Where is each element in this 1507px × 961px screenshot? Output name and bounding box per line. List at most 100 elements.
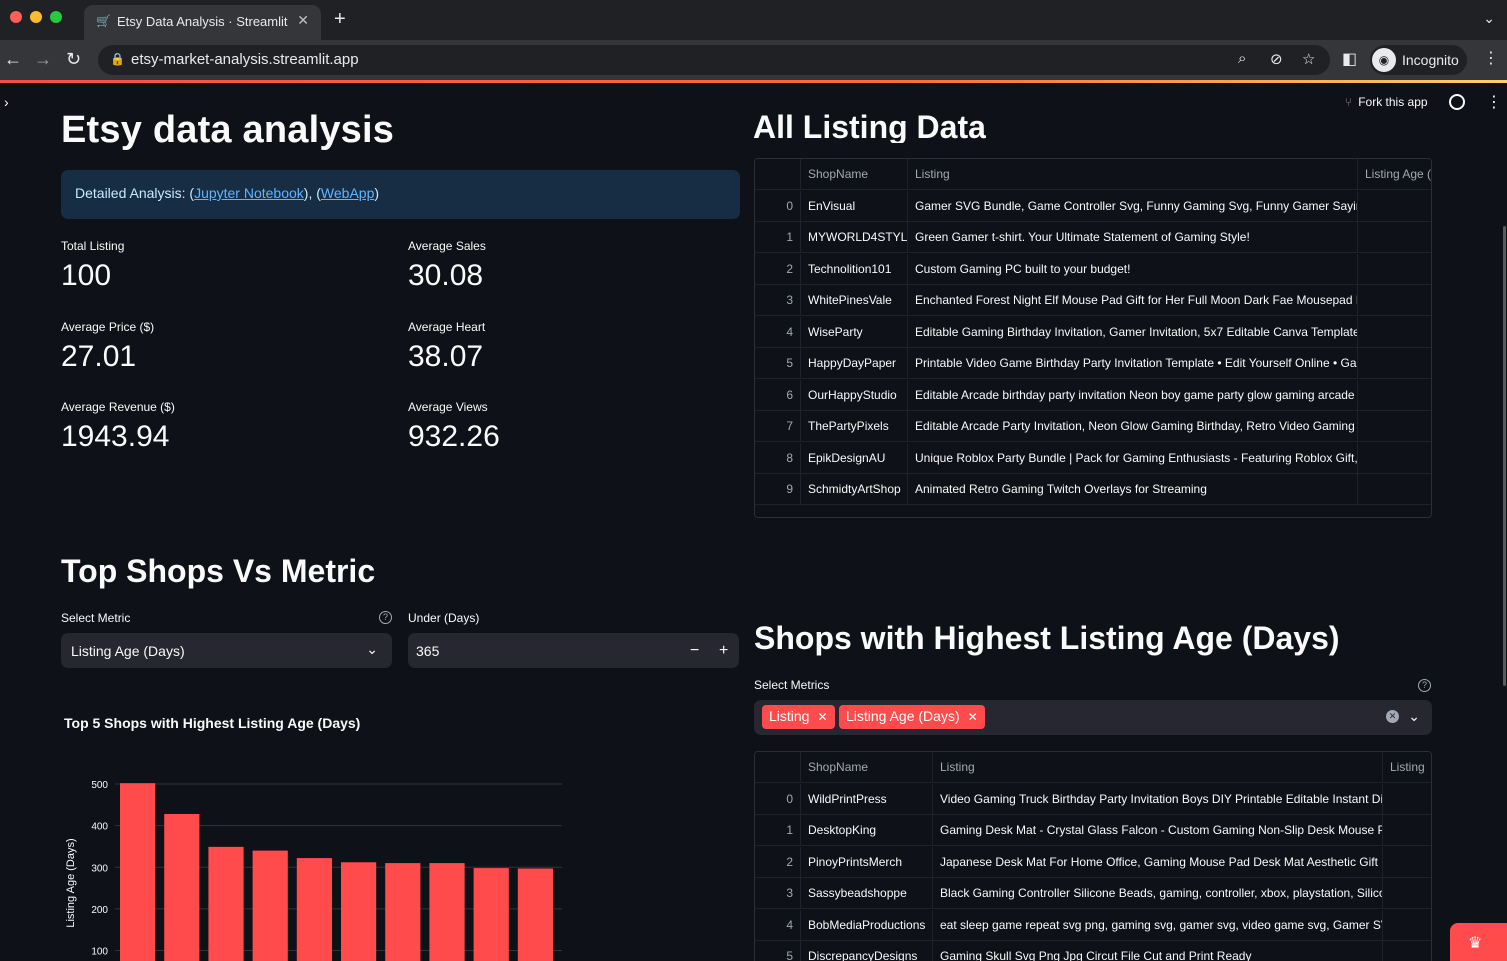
table-cell[interactable] [1358, 380, 1431, 411]
row-index[interactable]: 2 [755, 253, 801, 285]
table-cell[interactable]: Gaming Desk Mat - Crystal Glass Falcon -… [933, 815, 1383, 846]
table-cell[interactable]: DesktopKing [801, 815, 933, 846]
row-index[interactable]: 6 [755, 379, 801, 411]
table-row[interactable]: 2 PinoyPrintsMerch Japanese Desk Mat For H… [755, 846, 1431, 878]
fork-app-button[interactable]: ⑂ Fork this app [1345, 95, 1428, 109]
table-cell[interactable]: Unique Roblox Party Bundle | Pack for Ga… [908, 442, 1358, 474]
column-header[interactable]: ShopName [801, 159, 908, 190]
table-row[interactable]: 5 HappyDayPaper Printable Video Game Birth… [755, 348, 1431, 379]
table-row[interactable]: 2 Technolition101 Custom Gaming PC built t… [755, 253, 1431, 285]
table-row[interactable]: 1 MYWORLD4STYLE Green Gamer t-shirt. Your … [755, 222, 1431, 253]
table-row[interactable]: 1 DesktopKing Gaming Desk Mat - Crystal Gl… [755, 815, 1431, 846]
github-icon[interactable] [1449, 94, 1465, 110]
increment-button[interactable]: + [719, 642, 728, 660]
table-cell[interactable]: Black Gaming Controller Silicone Beads, … [933, 878, 1383, 909]
row-index[interactable]: 1 [755, 222, 801, 253]
remove-tag-icon[interactable]: ✕ [968, 710, 978, 724]
row-index[interactable]: 0 [755, 783, 801, 815]
bar[interactable] [517, 868, 553, 961]
table-cell[interactable] [1358, 317, 1431, 348]
table-cell[interactable] [1358, 348, 1431, 379]
table-cell[interactable]: PinoyPrintsMerch [801, 846, 933, 878]
table-cell[interactable]: eat sleep game repeat svg png, gaming sv… [933, 909, 1383, 941]
column-header[interactable]: Listing [933, 752, 1383, 783]
table-row[interactable]: 0 EnVisual Gamer SVG Bundle, Game Controll… [755, 190, 1431, 222]
row-index[interactable]: 0 [755, 190, 801, 222]
row-index[interactable]: 7 [755, 411, 801, 442]
star-icon[interactable]: ☆ [1302, 50, 1315, 68]
table-cell[interactable] [1383, 878, 1431, 909]
sidebar-expand-icon[interactable]: › [4, 94, 9, 110]
table-cell[interactable] [1358, 411, 1431, 442]
bar[interactable] [164, 813, 200, 961]
table-row[interactable]: 5 DiscrepancyDesigns Gaming Skull Svg Png … [755, 941, 1431, 961]
table-cell[interactable]: Editable Arcade Party Invitation, Neon G… [908, 411, 1358, 442]
table-row[interactable]: 3 WhitePinesVale Enchanted Forest Night El… [755, 285, 1431, 316]
page-scrollbar[interactable] [1503, 226, 1506, 686]
eye-off-icon[interactable]: ⊘ [1270, 50, 1283, 68]
table-row[interactable]: 3 Sassybeadshoppe Black Gaming Controller … [755, 878, 1431, 909]
metrics-multiselect[interactable]: Listing ✕ Listing Age (Days) ✕ ✕ ⌄ [754, 700, 1432, 735]
row-index[interactable]: 5 [755, 348, 801, 379]
jupyter-notebook-link[interactable]: Jupyter Notebook [194, 185, 304, 201]
table-row[interactable]: 7 ThePartyPixels Editable Arcade Party Inv… [755, 411, 1431, 442]
minimize-window-button[interactable] [30, 11, 42, 23]
table-cell[interactable]: WhitePinesVale [801, 285, 908, 316]
chevron-down-icon[interactable]: ⌄ [1408, 708, 1420, 725]
highest-age-dataframe[interactable]: ShopName Listing Listing 0 WildPrintPress Vid… [754, 751, 1432, 961]
table-row[interactable]: 9 SchmidtyArtShop Animated Retro Gaming Tw… [755, 474, 1431, 505]
row-index[interactable]: 4 [755, 316, 801, 348]
table-cell[interactable]: SchmidtyArtShop [801, 474, 908, 505]
metric-select[interactable]: Listing Age (Days) ⌄ [61, 633, 392, 668]
table-cell[interactable]: Editable Arcade birthday party invitatio… [908, 379, 1358, 411]
tag-listing[interactable]: Listing ✕ [762, 705, 835, 729]
table-cell[interactable]: Gaming Skull Svg Png Jpg Circut File Cut… [933, 941, 1383, 961]
table-cell[interactable]: Custom Gaming PC built to your budget! [908, 253, 1358, 285]
table-cell[interactable] [1358, 443, 1431, 474]
bar[interactable] [429, 863, 465, 961]
table-cell[interactable]: Technolition101 [801, 253, 908, 285]
table-cell[interactable] [1383, 815, 1431, 846]
bar[interactable] [296, 858, 332, 961]
close-window-button[interactable] [10, 11, 22, 23]
streamlit-badge[interactable]: ♛ [1450, 923, 1507, 961]
bar[interactable] [385, 863, 421, 961]
zoom-icon[interactable]: ⌕ [1238, 50, 1246, 67]
table-cell[interactable]: DiscrepancyDesigns [801, 941, 933, 961]
incognito-profile-button[interactable]: ◉ Incognito [1370, 45, 1467, 75]
column-header[interactable] [755, 159, 801, 190]
chevron-down-icon[interactable]: ⌄ [1483, 10, 1495, 27]
table-cell[interactable]: ThePartyPixels [801, 411, 908, 442]
decrement-button[interactable]: − [690, 642, 699, 660]
reload-icon[interactable]: ↻ [66, 49, 81, 70]
back-icon[interactable]: ← [4, 49, 22, 70]
table-cell[interactable] [1358, 254, 1431, 285]
under-days-value[interactable]: 365 [416, 643, 439, 659]
table-cell[interactable]: Video Gaming Truck Birthday Party Invita… [933, 783, 1383, 815]
table-cell[interactable] [1383, 941, 1431, 961]
table-cell[interactable]: BobMediaProductions [801, 909, 933, 941]
row-index[interactable]: 3 [755, 285, 801, 316]
table-cell[interactable]: Japanese Desk Mat For Home Office, Gamin… [933, 846, 1383, 878]
column-header[interactable]: Listing [1383, 752, 1431, 783]
table-cell[interactable]: Animated Retro Gaming Twitch Overlays fo… [908, 474, 1358, 505]
column-header[interactable] [755, 752, 801, 783]
row-index[interactable]: 8 [755, 442, 801, 474]
table-cell[interactable] [1358, 474, 1431, 505]
table-cell[interactable]: EnVisual [801, 190, 908, 222]
table-row[interactable]: 6 OurHappyStudio Editable Arcade birthday … [755, 379, 1431, 411]
table-cell[interactable]: WildPrintPress [801, 783, 933, 815]
row-index[interactable]: 2 [755, 846, 801, 878]
table-cell[interactable]: Gamer SVG Bundle, Game Controller Svg, F… [908, 190, 1358, 222]
table-cell[interactable]: Enchanted Forest Night Elf Mouse Pad Gif… [908, 285, 1358, 316]
row-index[interactable]: 5 [755, 941, 801, 961]
new-tab-button[interactable]: + [334, 8, 346, 31]
close-icon[interactable]: ✕ [297, 12, 309, 29]
lock-icon[interactable]: 🔒 [110, 52, 125, 66]
table-cell[interactable] [1358, 285, 1431, 316]
table-row[interactable]: 0 WildPrintPress Video Gaming Truck Birthd… [755, 783, 1431, 815]
column-header[interactable]: ShopName [801, 752, 933, 783]
table-cell[interactable] [1383, 847, 1431, 878]
table-row[interactable]: 4 BobMediaProductions eat sleep game repea… [755, 909, 1431, 941]
bar[interactable] [252, 850, 288, 961]
